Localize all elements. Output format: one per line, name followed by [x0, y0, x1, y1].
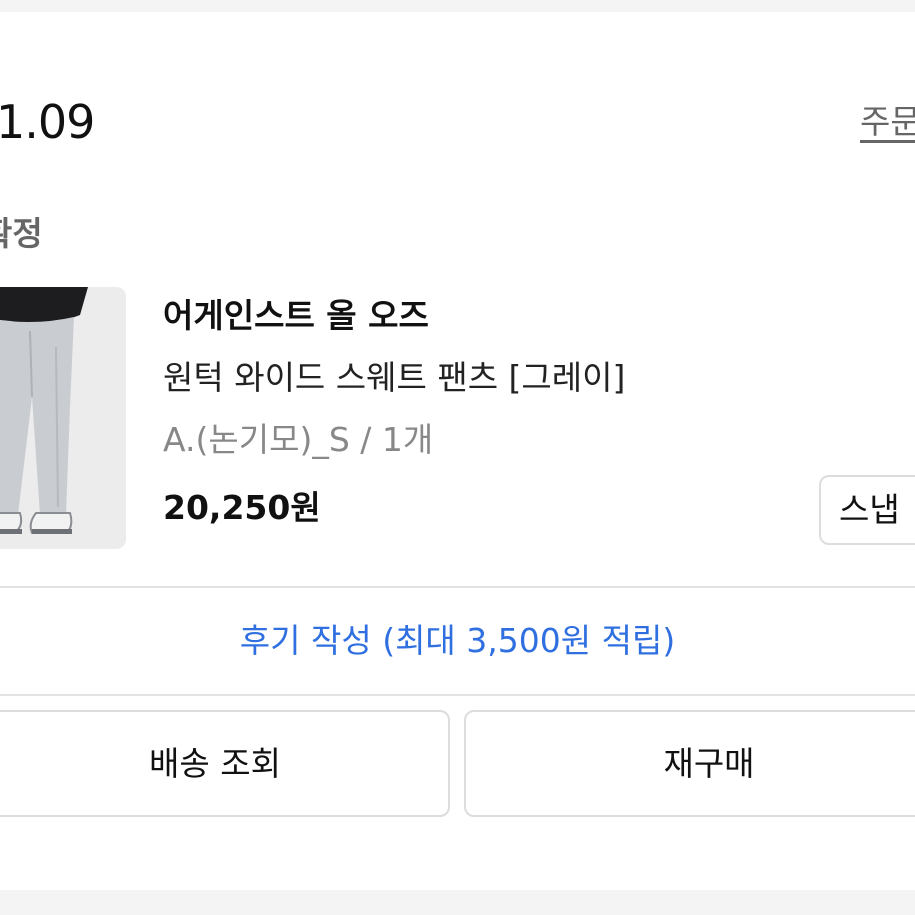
order-date: 1.09 — [0, 95, 95, 149]
rebuy-button[interactable]: 재구매 — [464, 710, 915, 817]
product-image[interactable] — [0, 287, 126, 549]
track-delivery-button[interactable]: 배송 조회 — [0, 710, 450, 817]
snap-button[interactable]: 스냅 — [819, 475, 915, 545]
order-status: 확정 — [0, 214, 43, 253]
product-option: A.(논기모)_S / 1개 — [163, 420, 434, 459]
product-price: 20,250원 — [163, 488, 321, 527]
order-detail-link[interactable]: 주문 — [860, 100, 915, 144]
product-name[interactable]: 원턱 와이드 스웨트 팬츠 [그레이] — [163, 354, 625, 402]
write-review-button[interactable]: 후기 작성 (최대 3,500원 적립) — [0, 586, 915, 696]
product-brand: 어게인스트 올 오즈 — [163, 296, 429, 335]
product-photo — [0, 287, 126, 549]
